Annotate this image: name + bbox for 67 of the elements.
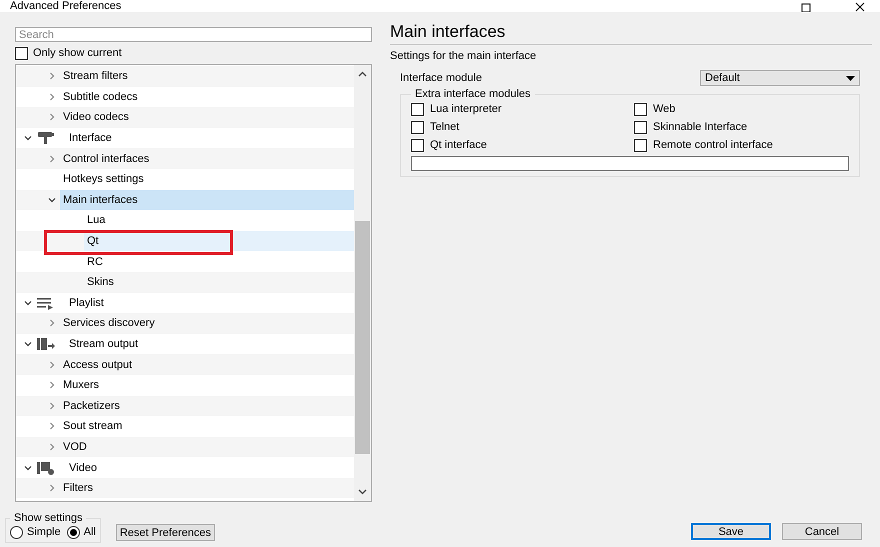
- tree-item[interactable]: Playlist: [66, 292, 354, 314]
- chevron-right-icon[interactable]: [48, 319, 56, 328]
- chevron-right-icon[interactable]: [48, 422, 56, 430]
- chevron-right-icon[interactable]: [48, 402, 56, 410]
- checkbox[interactable]: [411, 138, 424, 152]
- tree-item[interactable]: Lua: [84, 210, 354, 231]
- checkbox[interactable]: [15, 46, 28, 60]
- scrollbar[interactable]: [354, 65, 371, 501]
- reset-preferences-button[interactable]: Reset Preferences: [116, 524, 215, 541]
- panel-subtitle: Settings for the main interface: [390, 50, 538, 62]
- tree-item[interactable]: Sout stream: [60, 416, 354, 437]
- tree-item[interactable]: Muxers: [60, 374, 354, 396]
- tree-item[interactable]: Video: [66, 457, 354, 478]
- checkbox-label: Skinnable Interface: [653, 121, 748, 133]
- tree-item[interactable]: Main interfaces: [60, 190, 354, 210]
- scroll-up-icon[interactable]: [358, 71, 367, 77]
- cancel-button[interactable]: Cancel: [782, 523, 862, 540]
- checkbox-label: Remote control interface: [653, 139, 773, 151]
- group-title: Show settings: [13, 512, 84, 524]
- checkbox[interactable]: [634, 138, 647, 152]
- chevron-right-icon[interactable]: [48, 442, 56, 451]
- checkbox[interactable]: [411, 102, 424, 116]
- group-title: Extra interface modules: [414, 88, 532, 100]
- checkbox-label: Only show current: [33, 47, 122, 59]
- scroll-down-icon[interactable]: [358, 489, 367, 495]
- save-button[interactable]: Save: [691, 523, 771, 540]
- tree-item[interactable]: Hotkeys settings: [60, 168, 354, 190]
- chevron-right-icon[interactable]: [48, 381, 56, 390]
- close-icon[interactable]: [854, 2, 866, 12]
- chevron-down-icon[interactable]: [48, 196, 56, 204]
- tree-item[interactable]: Interface: [66, 128, 354, 148]
- modules-input-field[interactable]: [411, 156, 849, 171]
- chevron-right-icon[interactable]: [48, 92, 56, 101]
- paint-roller-icon: [36, 131, 56, 146]
- tree-item[interactable]: RC: [84, 251, 354, 272]
- window-title: Advanced Preferences: [10, 1, 122, 12]
- checkbox-label: Lua interpreter: [430, 103, 502, 115]
- chevron-down-icon[interactable]: [24, 134, 32, 142]
- radio-label: Simple: [27, 526, 61, 538]
- scroll-thumb[interactable]: [355, 221, 370, 454]
- chevron-right-icon[interactable]: [48, 154, 56, 163]
- checkbox-label: Qt interface: [430, 139, 487, 151]
- chevron-right-icon[interactable]: [48, 360, 56, 369]
- search-field[interactable]: Search: [15, 27, 372, 42]
- interface-module-dropdown[interactable]: Default: [700, 70, 860, 86]
- field-label: Interface module: [400, 72, 482, 84]
- chevron-right-icon[interactable]: [48, 72, 56, 80]
- chevron-down-icon[interactable]: [24, 340, 32, 348]
- maximize-icon[interactable]: [800, 2, 812, 12]
- checkbox[interactable]: [411, 120, 424, 134]
- chevron-down-icon[interactable]: [24, 464, 32, 472]
- checkbox[interactable]: [634, 120, 647, 134]
- film-arrow-icon: [36, 337, 56, 352]
- caret-icon: [846, 76, 855, 80]
- radio-label: All: [84, 526, 96, 538]
- chevron-down-icon[interactable]: [24, 298, 32, 307]
- film-gear-icon: [36, 460, 56, 475]
- checkbox-label: Telnet: [430, 121, 460, 133]
- radio-button[interactable]: [10, 526, 23, 538]
- radio-button[interactable]: [66, 526, 80, 538]
- panel-title: Main interfaces: [390, 22, 872, 45]
- checkbox[interactable]: [634, 102, 647, 116]
- tree-item[interactable]: Stream output: [66, 334, 354, 354]
- chevron-right-icon[interactable]: [48, 113, 56, 122]
- chevron-right-icon[interactable]: [48, 484, 56, 492]
- checkbox-label: Web: [653, 103, 676, 115]
- tree-item[interactable]: Subtitle codecs: [60, 86, 354, 108]
